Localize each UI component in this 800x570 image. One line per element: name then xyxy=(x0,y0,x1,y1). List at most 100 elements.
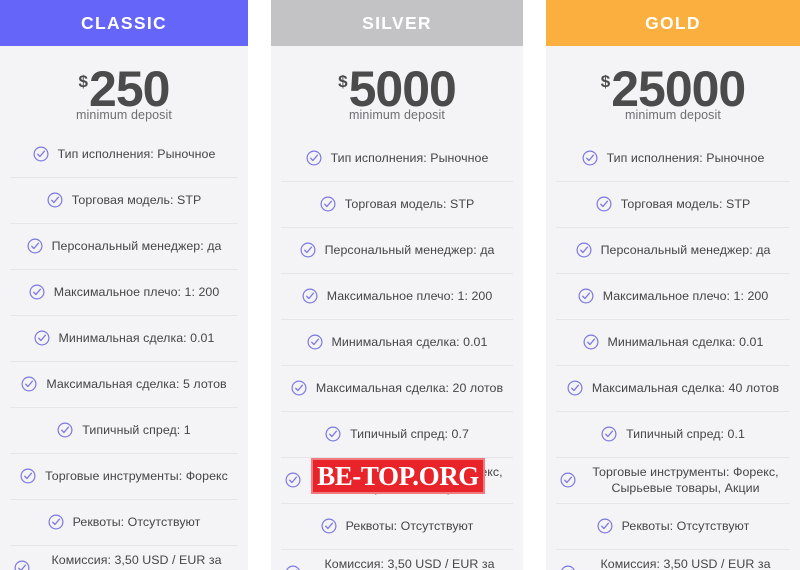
feature-text: Торговая модель: STP xyxy=(620,196,751,211)
feature-row: Минимальная сделка: 0.01 xyxy=(281,320,513,366)
check-circle-icon xyxy=(578,288,594,304)
feature-list-classic: Тип исполнения: Рыночное Торговая модель:… xyxy=(0,132,248,570)
check-circle-icon xyxy=(560,472,576,488)
feature-text: Реквоты: Отсутствуют xyxy=(72,514,201,529)
feature-text: Торговая модель: STP xyxy=(344,196,475,211)
check-circle-icon xyxy=(57,422,73,438)
feature-row: Комиссия: 3,50 USD / EUR за 100.000 xyxy=(281,550,513,570)
feature-row: Типичный спред: 1 xyxy=(10,408,238,454)
price-amount: 5000 xyxy=(348,61,457,117)
feature-row: Реквоты: Отсутствуют xyxy=(556,504,790,550)
feature-text: Торговые инструменты: Форекс xyxy=(45,468,228,483)
check-circle-icon xyxy=(596,196,612,212)
feature-list-silver: Тип исполнения: Рыночное Торговая модель:… xyxy=(271,136,523,570)
price-row: $ 25000 xyxy=(600,61,747,117)
watermark-text: BE-TOP.ORG xyxy=(317,460,479,491)
plan-header-gold: GOLD xyxy=(546,0,800,46)
pricing-plans-container: CLASSIC $ 250 minimum deposit Тип исполн… xyxy=(0,0,800,570)
feature-text: Реквоты: Отсутствуют xyxy=(621,519,750,534)
price-amount: 25000 xyxy=(611,61,746,117)
feature-row: Типичный спред: 0.7 xyxy=(281,412,513,458)
feature-row: Торговая модель: STP xyxy=(556,182,790,228)
price-row: $ 250 xyxy=(78,61,171,117)
feature-text: Персональный менеджер: да xyxy=(51,238,222,253)
check-circle-icon xyxy=(576,242,592,258)
feature-text: Реквоты: Отсутствуют xyxy=(345,519,474,534)
check-circle-icon xyxy=(291,380,307,396)
feature-text: Торговые инструменты: Форекс, Сырьевые т… xyxy=(592,464,779,496)
feature-text: Комиссия: 3,50 USD / EUR за 100.000 xyxy=(324,556,495,570)
feature-row: Тип исполнения: Рыночное xyxy=(556,136,790,182)
check-circle-icon xyxy=(47,192,63,208)
check-circle-icon xyxy=(34,330,50,346)
feature-row: Торговые инструменты: Форекс xyxy=(10,454,238,500)
feature-text: Типичный спред: 1 xyxy=(82,422,191,437)
feature-row: Реквоты: Отсутствуют xyxy=(281,504,513,550)
feature-row: Максимальная сделка: 20 лотов xyxy=(281,366,513,412)
currency-symbol: $ xyxy=(78,72,89,91)
feature-text: Типичный спред: 0.1 xyxy=(626,426,745,441)
feature-row: Персональный менеджер: да xyxy=(556,228,790,274)
plan-header-classic: CLASSIC xyxy=(0,0,248,46)
check-circle-icon xyxy=(325,426,341,442)
plan-card-classic[interactable]: CLASSIC $ 250 minimum deposit Тип исполн… xyxy=(0,0,248,570)
feature-text: Типичный спред: 0.7 xyxy=(350,426,469,441)
feature-row: Максимальная сделка: 5 лотов xyxy=(10,362,238,408)
deposit-label: minimum deposit xyxy=(76,107,172,122)
price-amount: 250 xyxy=(89,61,170,117)
plan-title-classic: CLASSIC xyxy=(81,12,167,33)
feature-row: Типичный спред: 0.1 xyxy=(556,412,790,458)
feature-row: Минимальная сделка: 0.01 xyxy=(10,316,238,362)
plan-price-block-classic: $ 250 minimum deposit xyxy=(0,46,248,128)
price-row: $ 5000 xyxy=(338,61,457,117)
feature-text: Максимальное плечо: 1: 200 xyxy=(53,284,220,299)
feature-row: Персональный менеджер: да xyxy=(281,228,513,274)
feature-text: Комиссия: 3,50 USD / EUR за 100.000 xyxy=(51,552,222,570)
feature-row: Максимальная сделка: 40 лотов xyxy=(556,366,790,412)
check-circle-icon xyxy=(597,518,613,534)
feature-list-gold: Тип исполнения: Рыночное Торговая модель:… xyxy=(546,136,800,570)
check-circle-icon xyxy=(20,468,36,484)
plan-card-gold[interactable]: GOLD $ 25000 minimum deposit Тип исполне… xyxy=(546,0,800,570)
plan-price-block-gold: $ 25000 minimum deposit xyxy=(546,46,800,128)
deposit-label: minimum deposit xyxy=(625,107,721,122)
check-circle-icon xyxy=(285,472,301,488)
watermark-be-top-org: BE-TOP.ORG xyxy=(311,458,485,494)
feature-row: Комиссия: 3,50 USD / EUR за 100.000 xyxy=(10,546,238,570)
feature-text: Комиссия: 3,50 USD / EUR за 100.000 xyxy=(600,556,771,570)
feature-row: Максимальное плечо: 1: 200 xyxy=(10,270,238,316)
feature-text: Тип исполнения: Рыночное xyxy=(57,146,216,161)
plan-header-silver: SILVER xyxy=(271,0,523,46)
feature-text: Торговая модель: STP xyxy=(71,192,202,207)
currency-symbol: $ xyxy=(600,72,611,91)
check-circle-icon xyxy=(320,196,336,212)
check-circle-icon xyxy=(14,560,30,570)
feature-text: Максимальная сделка: 20 лотов xyxy=(315,380,504,395)
check-circle-icon xyxy=(601,426,617,442)
check-circle-icon xyxy=(561,565,575,570)
feature-text: Максимальное плечо: 1: 200 xyxy=(602,288,769,303)
currency-symbol: $ xyxy=(338,72,348,91)
feature-row: Торговая модель: STP xyxy=(10,178,238,224)
feature-row: Максимальное плечо: 1: 200 xyxy=(281,274,513,320)
feature-text: Максимальная сделка: 5 лотов xyxy=(46,376,227,391)
check-circle-icon xyxy=(48,514,64,530)
feature-row: Максимальное плечо: 1: 200 xyxy=(556,274,790,320)
feature-row: Комиссия: 3,50 USD / EUR за 100.000 xyxy=(556,550,790,570)
feature-row: Тип исполнения: Рыночное xyxy=(10,132,238,178)
deposit-label: minimum deposit xyxy=(349,107,445,122)
feature-text: Минимальная сделка: 0.01 xyxy=(331,334,488,349)
check-circle-icon xyxy=(33,146,49,162)
check-circle-icon xyxy=(567,380,583,396)
feature-text: Максимальное плечо: 1: 200 xyxy=(326,288,493,303)
feature-text: Тип исполнения: Рыночное xyxy=(606,150,765,165)
check-circle-icon xyxy=(306,150,322,166)
check-circle-icon xyxy=(321,518,337,534)
plan-title-gold: GOLD xyxy=(645,12,701,33)
feature-row: Торговая модель: STP xyxy=(281,182,513,228)
check-circle-icon xyxy=(21,376,37,392)
feature-row: Персональный менеджер: да xyxy=(10,224,238,270)
feature-text: Тип исполнения: Рыночное xyxy=(330,150,489,165)
check-circle-icon xyxy=(582,150,598,166)
feature-row: Тип исполнения: Рыночное xyxy=(281,136,513,182)
